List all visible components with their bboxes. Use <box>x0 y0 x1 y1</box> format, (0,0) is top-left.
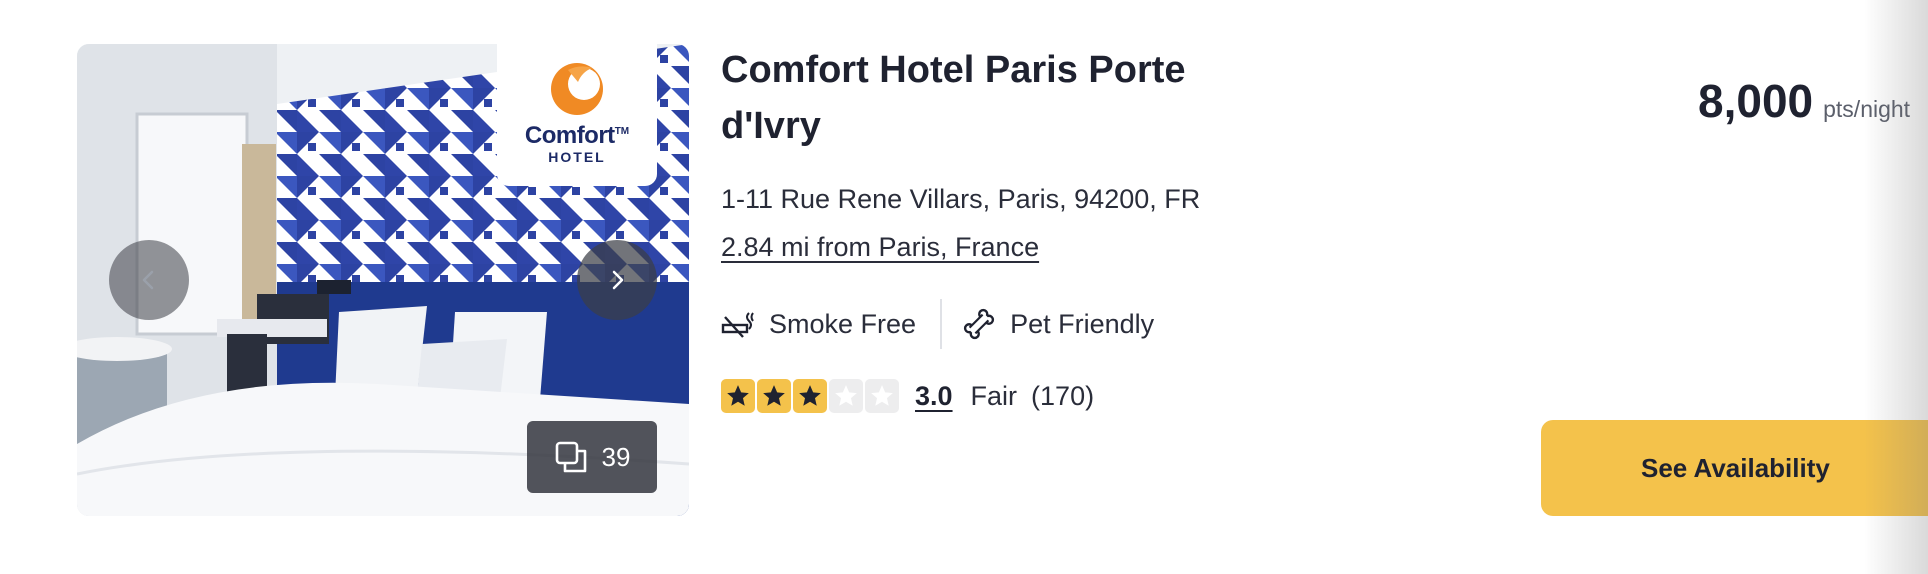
smoke-free-icon <box>721 312 754 338</box>
amenities-list: Smoke Free Pet Friendly <box>721 298 1154 350</box>
hotel-distance-link[interactable]: 2.84 mi from Paris, France <box>721 232 1039 263</box>
star-empty <box>829 379 863 413</box>
photo-count: 39 <box>601 441 631 472</box>
star-icon <box>835 385 857 406</box>
star-rating <box>721 379 899 413</box>
gallery-icon <box>555 441 586 473</box>
amenity-divider <box>940 299 943 349</box>
star-icon <box>799 385 821 406</box>
pet-bone-icon <box>963 308 995 340</box>
chevron-left-icon <box>142 270 154 290</box>
previous-photo-button[interactable] <box>109 240 189 320</box>
comfort-logo-icon <box>551 63 603 115</box>
brand-logo-sub: HOTEL <box>548 149 606 165</box>
hotel-card[interactable]: ComfortTM HOTEL 39 Comfort Hotel Paris P… <box>0 0 1928 574</box>
hotel-photo[interactable]: ComfortTM HOTEL 39 <box>77 44 689 516</box>
next-photo-button[interactable] <box>577 240 657 320</box>
brand-logo: ComfortTM HOTEL <box>497 44 657 186</box>
rating-label: Fair <box>970 380 1018 411</box>
amenity-label: Smoke Free <box>769 308 917 339</box>
review-count: (170) <box>1031 380 1095 411</box>
price-value: 8,000 <box>1698 75 1814 127</box>
see-availability-button[interactable]: See Availability <box>1541 420 1928 516</box>
star-icon <box>871 385 893 406</box>
amenity-smoke-free: Smoke Free <box>721 309 916 340</box>
rating-score-link[interactable]: 3.0 <box>915 381 953 412</box>
star-filled <box>757 379 791 413</box>
chevron-right-icon <box>612 270 624 290</box>
star-icon <box>763 385 785 406</box>
rating-row: 3.0 Fair (170) <box>721 378 1094 414</box>
hotel-address: 1-11 Rue Rene Villars, Paris, 94200, FR <box>721 184 1201 214</box>
star-icon <box>727 385 749 406</box>
amenity-pet-friendly: Pet Friendly <box>962 307 1154 341</box>
amenity-label: Pet Friendly <box>1010 308 1155 339</box>
price: 8,000 pts/night <box>1698 74 1910 128</box>
price-unit: pts/night <box>1823 96 1911 122</box>
star-filled <box>721 379 755 413</box>
brand-logo-word: ComfortTM <box>524 122 630 149</box>
star-empty <box>865 379 899 413</box>
hotel-name[interactable]: Comfort Hotel Paris Porte d'Ivry <box>721 42 1281 154</box>
star-filled <box>793 379 827 413</box>
see-availability-label: See Availability <box>1641 453 1830 483</box>
photo-count-button[interactable]: 39 <box>527 421 657 493</box>
